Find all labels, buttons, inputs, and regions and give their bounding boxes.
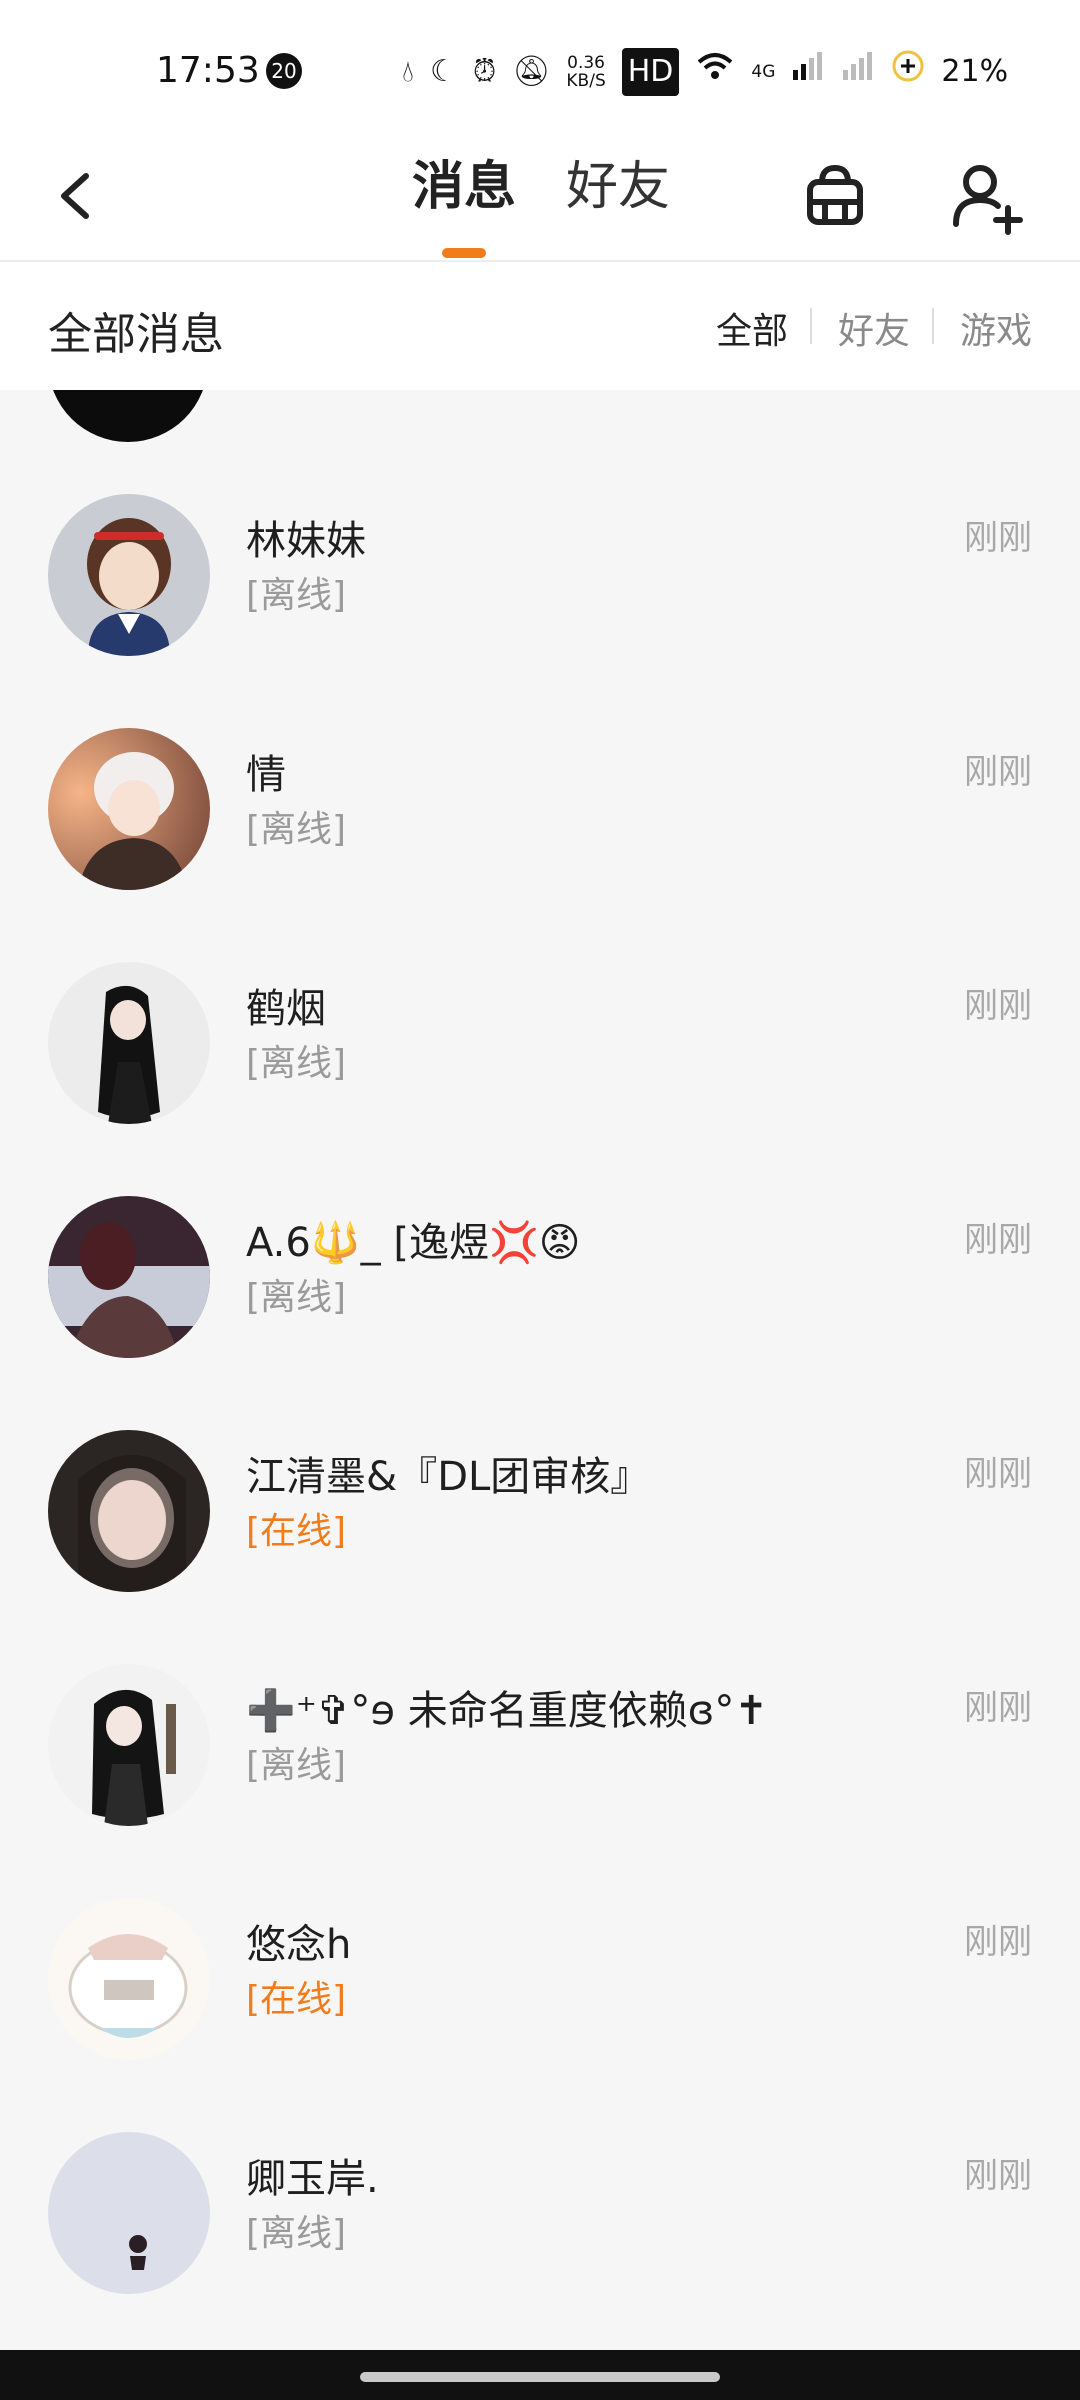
contact-name: 江清墨&『DL团审核』 bbox=[246, 1454, 651, 1500]
add-friend-button[interactable] bbox=[942, 152, 1032, 242]
presence-status: [离线] bbox=[246, 1277, 347, 1318]
home-indicator[interactable] bbox=[360, 2372, 720, 2382]
message-list: 林妹妹 [离线] 刚刚 情 [离线] 刚刚 鹤烟 [离线] 刚刚 A.6🔱_ [… bbox=[0, 390, 1080, 2350]
contact-name: A.6🔱_ [逸煜💢😡 bbox=[246, 1220, 581, 1266]
system-navigation-bar bbox=[0, 2350, 1080, 2400]
wifi-icon bbox=[695, 50, 735, 95]
filter-divider bbox=[932, 308, 934, 344]
presence-status: [离线] bbox=[246, 1745, 347, 1786]
alarm-icon: ⏰︎ bbox=[472, 54, 497, 89]
message-time: 刚刚 bbox=[964, 1688, 1032, 1728]
list-item[interactable]: A.6🔱_ [逸煜💢😡 [离线] 刚刚 bbox=[0, 1092, 1080, 1358]
status-bar: 17:53 20 💧︎ ☾ ⏰︎ 🔕︎ 0.36 KB/S HD 4G 21% bbox=[0, 0, 1080, 130]
contact-name: 林妹妹 bbox=[246, 518, 366, 564]
message-time: 刚刚 bbox=[964, 1922, 1032, 1962]
list-item[interactable]: 江清墨&『DL团审核』 [在线] 刚刚 bbox=[0, 1326, 1080, 1592]
hd-voice-icon: HD bbox=[621, 48, 680, 96]
contact-name: ➕⁺✞°ɘ 未命名重度依赖ɞ°✝ bbox=[246, 1688, 768, 1734]
message-time: 刚刚 bbox=[964, 752, 1032, 792]
tab-messages[interactable]: 消息 bbox=[412, 152, 516, 222]
chevron-left-icon bbox=[61, 173, 89, 219]
moon-icon: ☾ bbox=[430, 54, 457, 89]
list-item[interactable]: 悠念h [在线] 刚刚 bbox=[0, 1794, 1080, 2060]
status-time: 17:53 bbox=[156, 50, 260, 91]
filter-friends[interactable]: 好友 bbox=[838, 302, 910, 354]
filter-bar: 全部消息 全部 好友 游戏 bbox=[0, 262, 1080, 390]
list-item[interactable]: 情 [离线] 刚刚 bbox=[0, 624, 1080, 890]
network-speed: 0.36 KB/S bbox=[566, 54, 605, 90]
message-time: 刚刚 bbox=[964, 2156, 1032, 2196]
presence-status: [在线] bbox=[246, 1979, 347, 2020]
clear-messages-button[interactable] bbox=[790, 152, 880, 242]
network-speed-value: 0.36 bbox=[567, 53, 605, 73]
tab-friends[interactable]: 好友 bbox=[566, 152, 670, 222]
network-type: 4G bbox=[751, 62, 776, 82]
contact-name: 情 bbox=[246, 752, 286, 798]
presence-status: [离线] bbox=[246, 575, 347, 616]
message-time: 刚刚 bbox=[964, 986, 1032, 1026]
message-time: 刚刚 bbox=[964, 518, 1032, 558]
add-user-icon bbox=[953, 165, 1023, 235]
signal-2-icon bbox=[841, 50, 875, 95]
presence-status: [在线] bbox=[246, 1511, 347, 1552]
presence-status: [离线] bbox=[246, 2213, 347, 2254]
top-header: 消息 好友 bbox=[0, 130, 1080, 262]
presence-status: [离线] bbox=[246, 809, 347, 850]
cleaning-bag-icon bbox=[807, 164, 863, 225]
battery-percentage: 21% bbox=[941, 54, 1009, 89]
filter-all[interactable]: 全部 bbox=[716, 302, 788, 354]
message-time: 刚刚 bbox=[964, 1454, 1032, 1494]
contact-name: 鹤烟 bbox=[246, 986, 326, 1032]
list-item[interactable]: 卿玉岸. [离线] 刚刚 bbox=[0, 2028, 1080, 2294]
filter-divider bbox=[810, 308, 812, 344]
mute-bell-icon: 🔕︎ bbox=[512, 54, 551, 89]
avatar bbox=[48, 2132, 210, 2294]
contact-name: 悠念h bbox=[246, 1922, 352, 1968]
contact-name: 卿玉岸. bbox=[246, 2156, 379, 2202]
network-speed-unit: KB/S bbox=[566, 71, 606, 91]
back-button[interactable] bbox=[50, 160, 110, 230]
filter-games[interactable]: 游戏 bbox=[960, 302, 1032, 354]
section-title: 全部消息 bbox=[48, 309, 224, 360]
list-item[interactable]: 鹤烟 [离线] 刚刚 bbox=[0, 858, 1080, 1124]
water-drop-icon: 💧︎ bbox=[402, 54, 414, 89]
presence-status: [离线] bbox=[246, 1043, 347, 1084]
active-tab-indicator bbox=[442, 248, 486, 258]
battery-saver-icon bbox=[891, 49, 925, 96]
list-item[interactable]: ➕⁺✞°ɘ 未命名重度依赖ɞ°✝ [离线] 刚刚 bbox=[0, 1560, 1080, 1826]
signal-icon bbox=[791, 50, 825, 95]
status-icons: 💧︎ ☾ ⏰︎ 🔕︎ 0.36 KB/S HD 4G 21% bbox=[402, 48, 1009, 96]
notification-count-badge: 20 bbox=[266, 53, 302, 89]
list-item[interactable]: 林妹妹 [离线] 刚刚 bbox=[0, 390, 1080, 656]
message-time: 刚刚 bbox=[964, 1220, 1032, 1260]
